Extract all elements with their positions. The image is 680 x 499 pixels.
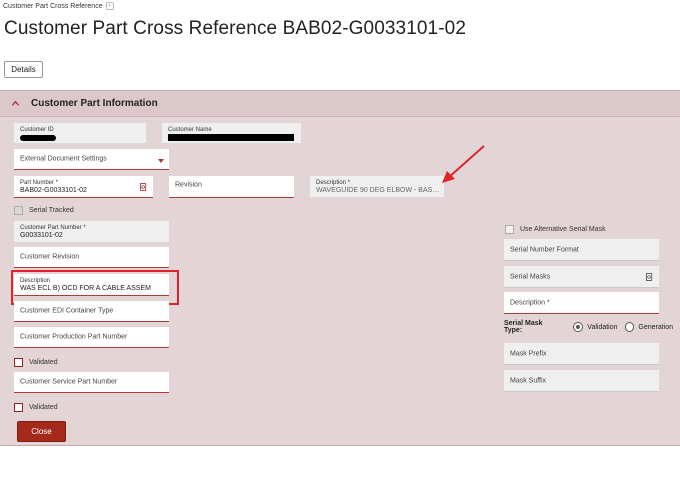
description-right-placeholder: Description * bbox=[510, 299, 550, 306]
mask-suffix-field: Mask Suffix bbox=[504, 370, 659, 392]
customer-id-field: Customer ID bbox=[14, 123, 146, 144]
serial-mask-type-label: Serial Mask Type: bbox=[504, 320, 543, 334]
section-header[interactable]: Customer Part Information bbox=[0, 91, 680, 117]
mask-prefix-field: Mask Prefix bbox=[504, 343, 659, 365]
customer-part-number-field: Customer Part Number * G0033101-02 bbox=[14, 221, 169, 243]
chevron-right-icon[interactable]: › bbox=[105, 2, 114, 10]
use-alternative-serial-mask-row: Use Alternative Serial Mask bbox=[505, 225, 606, 234]
chevron-up-icon[interactable] bbox=[11, 99, 20, 108]
description-readonly-field: Description * WAVEGUIDE 90 DEG ELBOW - B… bbox=[310, 176, 444, 198]
part-number-field[interactable]: Part Number * BAB02-G0033101-02 bbox=[14, 176, 153, 198]
customer-id-label: Customer ID bbox=[20, 127, 54, 133]
validated-checkbox[interactable] bbox=[14, 358, 23, 367]
serial-tracked-checkbox[interactable] bbox=[14, 206, 23, 215]
customer-name-label: Customer Name bbox=[168, 127, 212, 133]
mask-suffix-placeholder: Mask Suffix bbox=[510, 377, 547, 384]
serial-mask-type-group: Serial Mask Type: Validation Generation bbox=[504, 320, 680, 334]
redacted-value bbox=[168, 134, 294, 141]
serial-masks-field: Serial Masks bbox=[504, 266, 659, 288]
customer-edi-container-type-placeholder: Customer EDI Container Type bbox=[20, 307, 114, 315]
validated-label: Validated bbox=[29, 359, 58, 366]
highlight-box bbox=[11, 270, 179, 305]
serial-tracked-label: Serial Tracked bbox=[29, 207, 74, 214]
revision-placeholder: Revision bbox=[175, 181, 202, 189]
close-button[interactable]: Close bbox=[17, 421, 66, 442]
validated-checkbox-row: Validated bbox=[14, 358, 58, 367]
caret-down-icon[interactable] bbox=[158, 159, 164, 163]
redacted-value bbox=[20, 135, 56, 141]
customer-revision-placeholder: Customer Revision bbox=[20, 253, 80, 261]
lookup-icon[interactable] bbox=[140, 183, 147, 191]
page-title: Customer Part Cross Reference BAB02-G003… bbox=[4, 18, 466, 39]
part-number-label: Part Number * bbox=[20, 180, 59, 186]
use-alternative-serial-mask-label: Use Alternative Serial Mask bbox=[520, 226, 606, 233]
breadcrumb: Customer Part Cross Reference › bbox=[3, 1, 114, 11]
description-readonly-label: Description * bbox=[316, 180, 351, 186]
customer-production-part-number-placeholder: Customer Production Part Number bbox=[20, 333, 128, 341]
serial-masks-placeholder: Serial Masks bbox=[510, 273, 551, 280]
serial-number-format-field: Serial Number Format bbox=[504, 239, 659, 261]
customer-service-part-number-placeholder: Customer Service Part Number bbox=[20, 378, 118, 386]
customer-service-part-number-field[interactable]: Customer Service Part Number bbox=[14, 372, 169, 393]
part-number-value: BAB02-G0033101-02 bbox=[20, 187, 87, 194]
description-readonly-value: WAVEGUIDE 90 DEG ELBOW - BASE INT... bbox=[316, 187, 440, 194]
revision-field[interactable]: Revision bbox=[169, 176, 294, 198]
customer-part-number-value: G0033101-02 bbox=[20, 232, 63, 239]
lookup-icon[interactable] bbox=[646, 273, 653, 281]
customer-edi-container-type-field[interactable]: Customer EDI Container Type bbox=[14, 301, 169, 322]
use-alternative-serial-mask-checkbox[interactable] bbox=[505, 225, 514, 234]
serial-tracked-checkbox-row: Serial Tracked bbox=[14, 206, 74, 215]
mask-prefix-placeholder: Mask Prefix bbox=[510, 350, 547, 357]
annotation-arrow bbox=[442, 145, 485, 183]
validation-radio-label: Validation bbox=[587, 323, 618, 331]
serial-number-format-placeholder: Serial Number Format bbox=[510, 246, 579, 253]
external-document-settings-dropdown[interactable]: External Document Settings bbox=[14, 149, 169, 170]
customer-revision-field[interactable]: Customer Revision bbox=[14, 247, 169, 268]
validated-label: Validated bbox=[29, 404, 58, 411]
customer-part-number-label: Customer Part Number * bbox=[20, 225, 86, 231]
customer-name-field: Customer Name bbox=[162, 123, 301, 144]
validated-checkbox-row: Validated bbox=[14, 403, 58, 412]
validated-checkbox[interactable] bbox=[14, 403, 23, 412]
section-title: Customer Part Information bbox=[31, 98, 158, 109]
customer-production-part-number-field[interactable]: Customer Production Part Number bbox=[14, 327, 169, 348]
generation-radio[interactable] bbox=[624, 322, 635, 332]
description-right-field[interactable]: Description * bbox=[504, 292, 659, 314]
external-document-settings-placeholder: External Document Settings bbox=[20, 155, 107, 163]
details-button[interactable]: Details bbox=[4, 61, 43, 78]
generation-radio-label: Generation bbox=[638, 323, 674, 331]
breadcrumb-item[interactable]: Customer Part Cross Reference bbox=[3, 3, 103, 10]
validation-radio[interactable] bbox=[573, 322, 584, 332]
